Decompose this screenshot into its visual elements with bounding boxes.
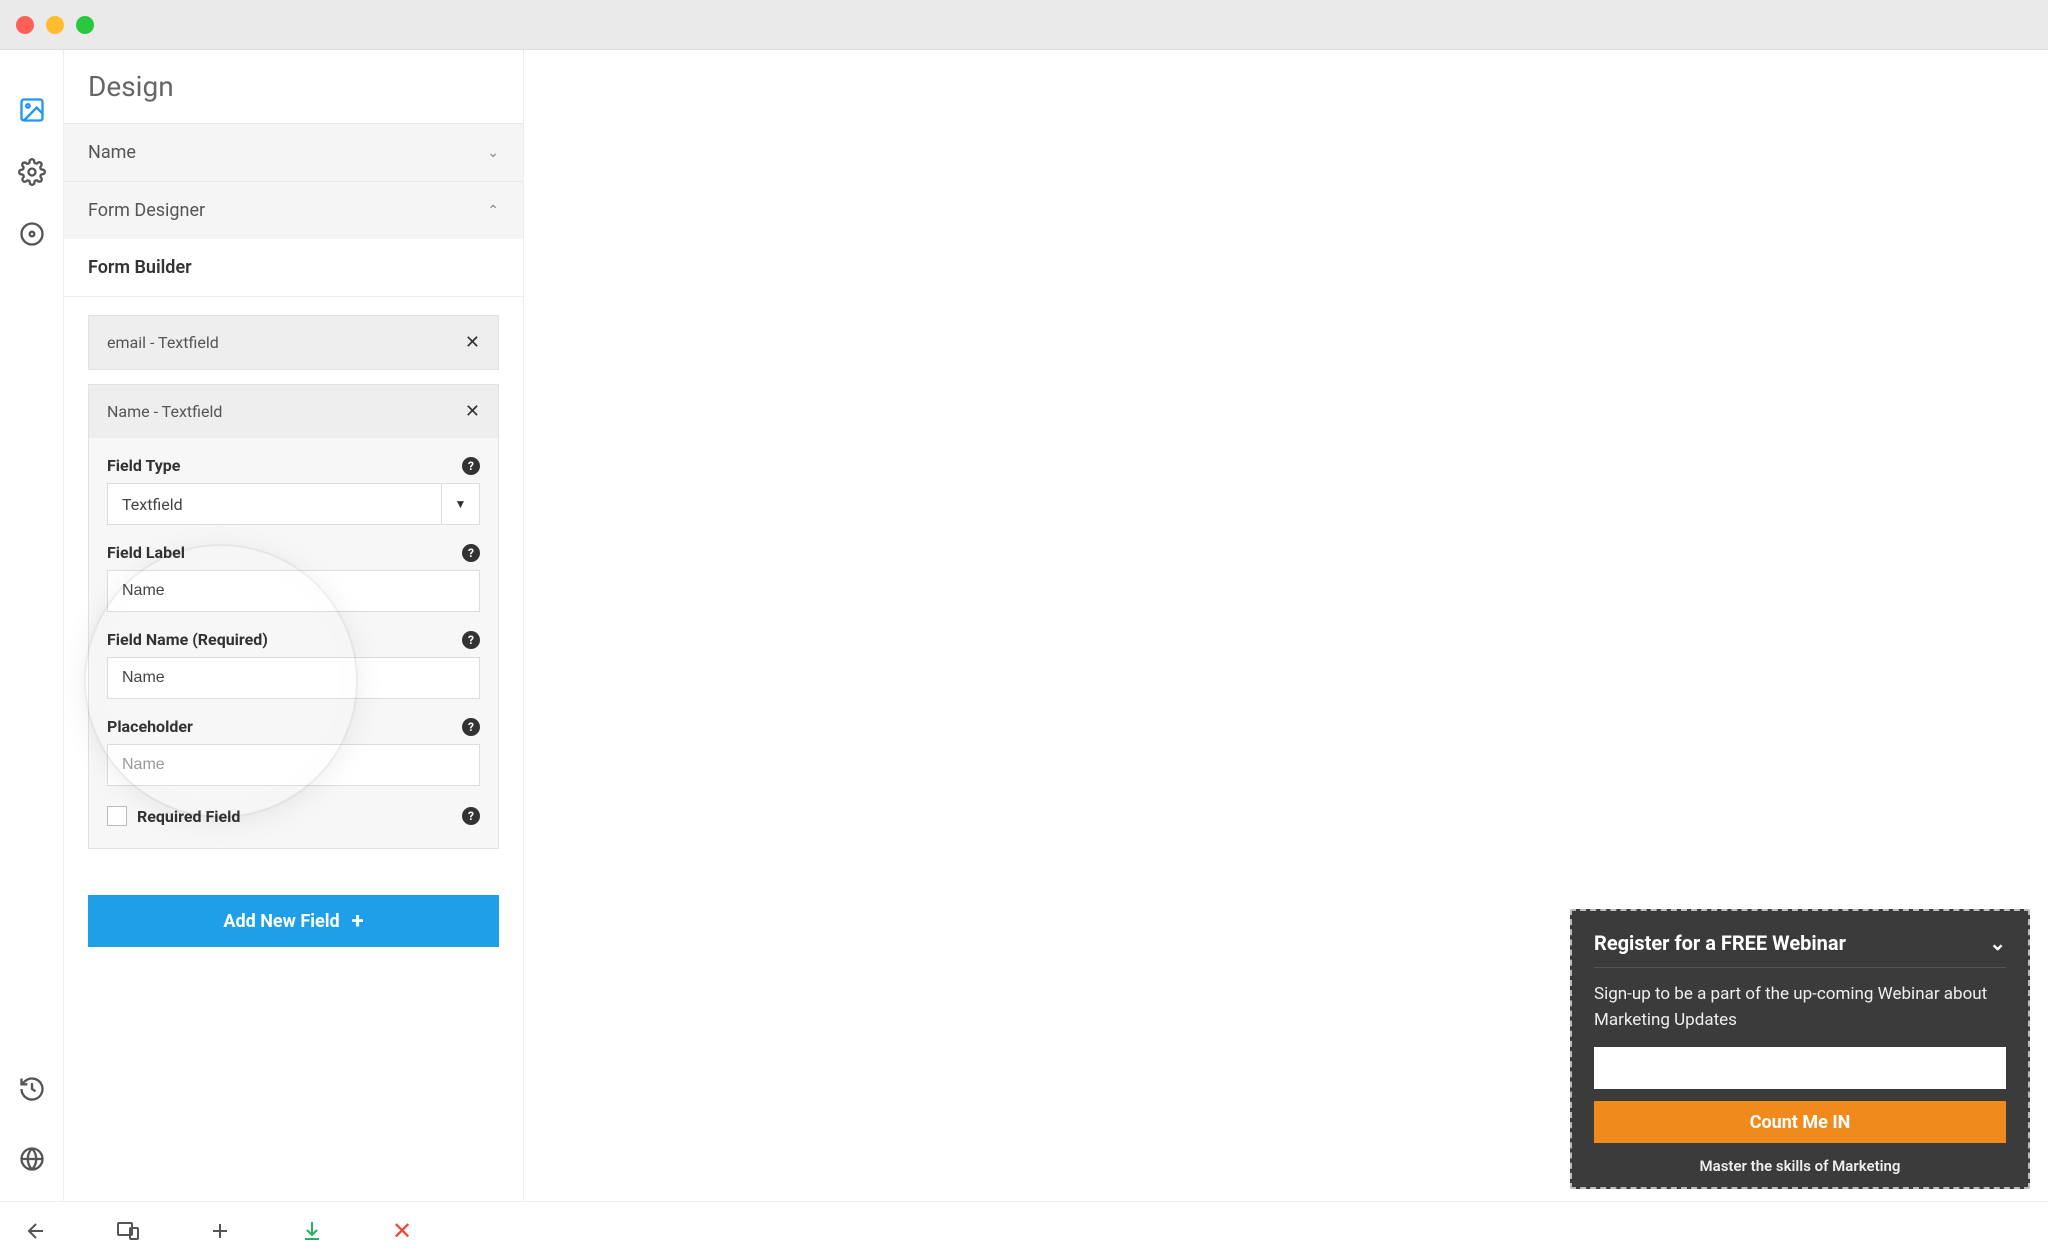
add-new-field-label: Add New Field [223,911,339,932]
help-icon[interactable]: ? [462,457,480,475]
popup-input[interactable] [1594,1047,2006,1089]
back-button[interactable] [24,1219,48,1243]
close-icon[interactable]: ✕ [465,401,480,422]
popup-cta-label: Count Me IN [1750,1112,1851,1133]
field-name[interactable]: Name - Textfield ✕ [88,384,499,438]
section-form-designer[interactable]: Form Designer ⌃ [64,181,523,239]
help-icon[interactable]: ? [462,544,480,562]
target-icon[interactable] [18,220,46,252]
placeholder-input[interactable] [107,744,480,786]
download-button[interactable] [300,1219,324,1243]
window-minimize-dot[interactable] [46,16,64,34]
close-icon[interactable]: ✕ [465,332,480,353]
field-email-label: email - Textfield [107,333,219,352]
field-label-input[interactable] [107,570,480,612]
gear-icon[interactable] [18,158,46,190]
field-editor: Field Type ? Textfield ▼ Field Label ? F… [88,438,499,849]
image-tab-icon[interactable] [18,96,46,128]
popup-body: Sign-up to be a part of the up-coming We… [1594,968,2006,1033]
globe-icon[interactable] [18,1145,46,1177]
popup-cta-button[interactable]: Count Me IN [1594,1101,2006,1143]
section-form-designer-label: Form Designer [88,200,205,221]
history-icon[interactable] [18,1075,46,1107]
canvas: Register for a FREE Webinar ⌄ Sign-up to… [524,50,2048,1201]
chevron-up-icon: ⌃ [487,203,499,219]
field-label-label: Field Label [107,543,185,562]
field-name-label: Name - Textfield [107,402,222,421]
panel-title: Design [64,50,523,123]
required-label: Required Field [137,807,240,826]
add-new-field-button[interactable]: Add New Field + [88,895,499,947]
dropdown-caret-icon: ▼ [441,484,479,524]
required-checkbox[interactable] [107,806,127,826]
design-panel: Design Name ⌄ Form Designer ⌃ Form Build… [64,50,524,1201]
cancel-button[interactable]: ✕ [392,1217,412,1245]
window-close-dot[interactable] [16,16,34,34]
form-builder-heading: Form Builder [64,239,523,297]
window-zoom-dot[interactable] [76,16,94,34]
popup-title: Register for a FREE Webinar [1594,931,1846,955]
titlebar [0,0,2048,50]
section-name-label: Name [88,142,136,163]
field-email[interactable]: email - Textfield ✕ [88,315,499,370]
plus-button[interactable] [208,1219,232,1243]
help-icon[interactable]: ? [462,631,480,649]
field-name-input[interactable] [107,657,480,699]
preview-popup[interactable]: Register for a FREE Webinar ⌄ Sign-up to… [1570,909,2030,1189]
section-name[interactable]: Name ⌄ [64,123,523,181]
help-icon[interactable]: ? [462,718,480,736]
placeholder-label: Placeholder [107,717,193,736]
chevron-down-icon: ⌄ [487,145,499,161]
field-type-value: Textfield [122,495,183,514]
chevron-down-icon[interactable]: ⌄ [1989,931,2006,955]
field-type-label: Field Type [107,456,180,475]
plus-icon: + [352,909,364,934]
iconbar [0,50,64,1201]
help-icon[interactable]: ? [462,807,480,825]
devices-icon[interactable] [116,1219,140,1243]
field-name-req-label: Field Name (Required) [107,630,268,649]
popup-footer: Master the skills of Marketing [1594,1157,2006,1175]
field-type-select[interactable]: Textfield ▼ [107,483,480,525]
bottom-toolbar: ✕ [0,1201,2048,1259]
